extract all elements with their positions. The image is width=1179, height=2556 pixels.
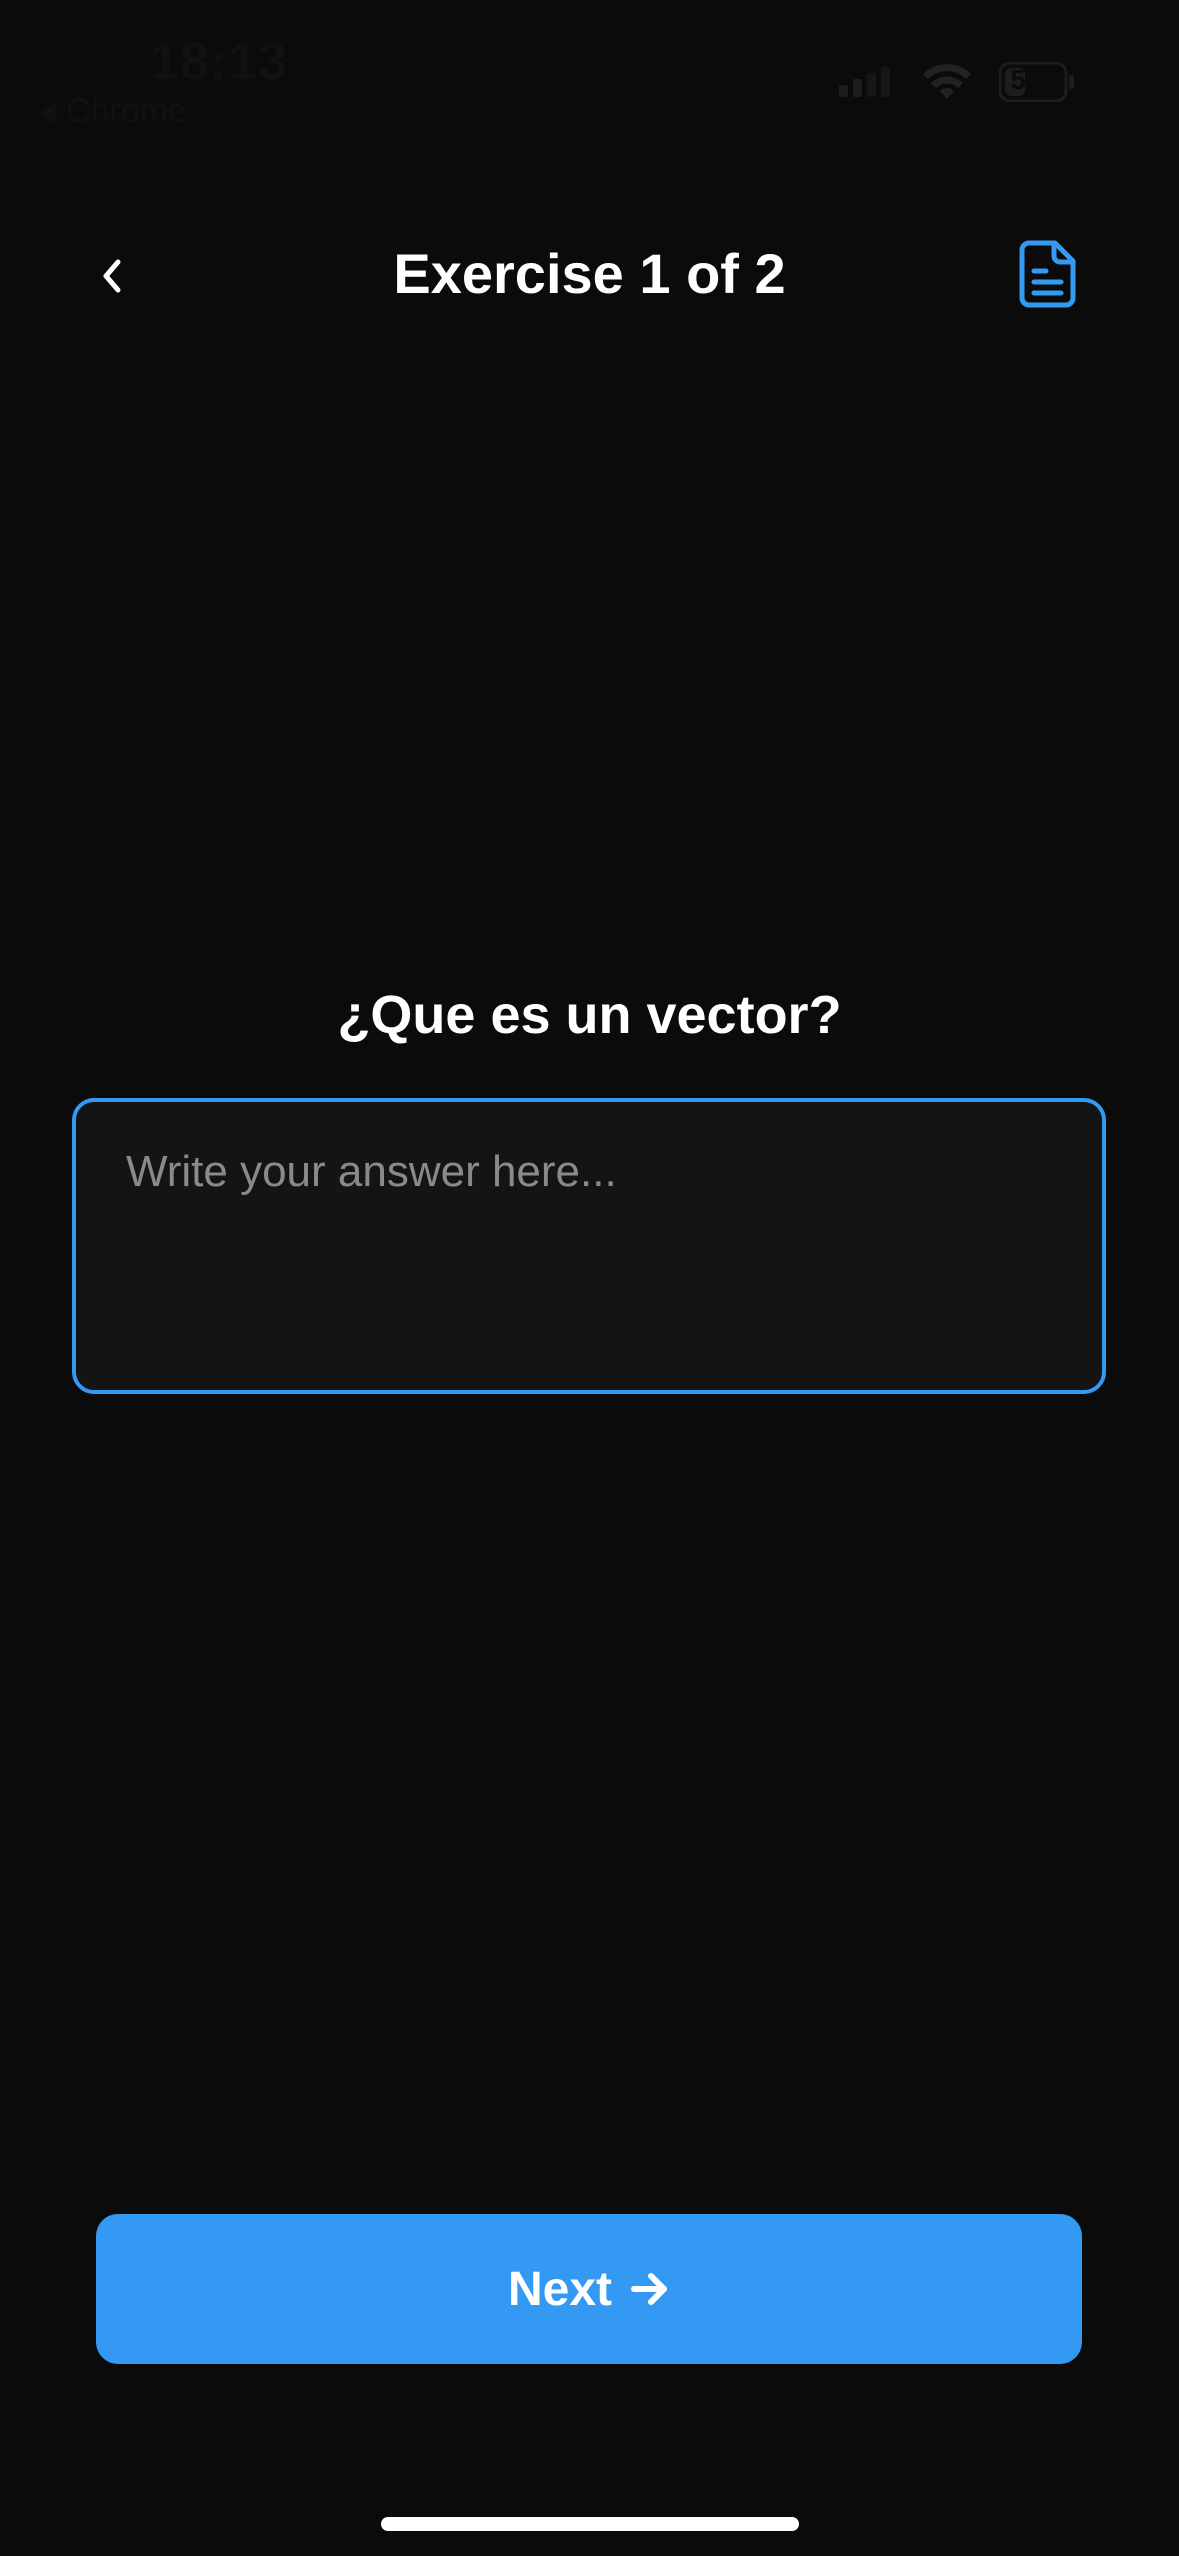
status-bar: 18:13 ◀ Chrome 5 [0, 0, 1179, 150]
answer-box[interactable] [72, 1098, 1106, 1394]
page-title: Exercise 1 of 2 [393, 242, 786, 305]
next-button-label: Next [507, 2262, 613, 2316]
wifi-icon [921, 63, 973, 101]
home-indicator [381, 2517, 799, 2531]
notes-button[interactable] [1010, 236, 1086, 316]
question-text: ¿Que es un vector? [337, 985, 842, 1045]
next-button[interactable]: Next [96, 2214, 1082, 2364]
back-to-app-link[interactable]: ◀ Chrome [36, 92, 187, 131]
back-app-label: Chrome [66, 92, 187, 130]
back-triangle-icon: ◀ [36, 96, 56, 126]
status-icons: 5 [839, 62, 1075, 102]
battery-icon: 5 [999, 62, 1075, 102]
cellular-signal-icon [839, 67, 895, 97]
answer-input[interactable] [126, 1142, 1056, 1342]
document-icon [1019, 240, 1077, 313]
battery-level: 5 [1010, 64, 1026, 95]
arrow-right-icon [630, 2269, 670, 2309]
status-time: 18:13 [150, 33, 288, 91]
